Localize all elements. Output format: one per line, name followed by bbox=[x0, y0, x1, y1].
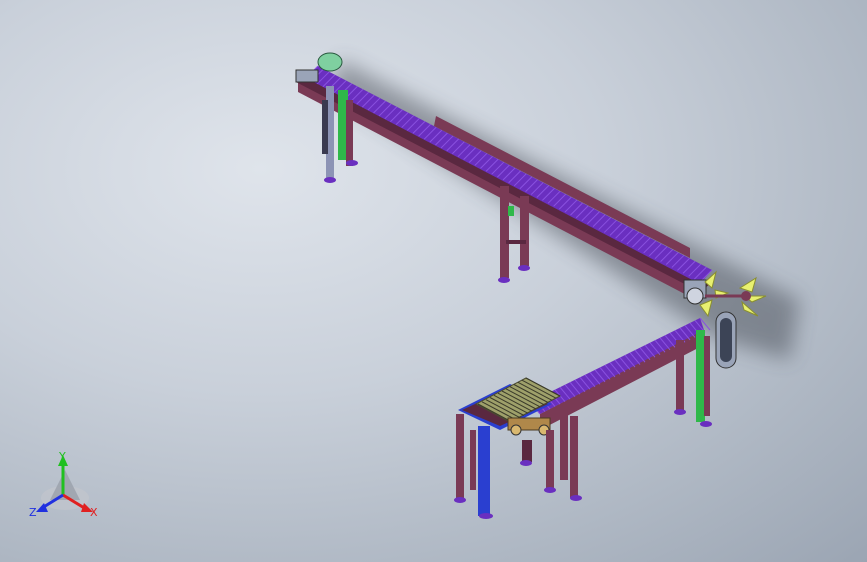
long-conveyor[interactable] bbox=[295, 52, 713, 302]
head-motor bbox=[317, 52, 343, 72]
view-orientation-triad[interactable]: Y X Z bbox=[29, 450, 98, 519]
leg-support-1 bbox=[322, 86, 358, 183]
graphics-viewport[interactable]: Y X Z bbox=[0, 0, 867, 562]
short-conveyor[interactable] bbox=[529, 317, 712, 430]
head-drive-box bbox=[295, 69, 319, 83]
z-axis-label: Z bbox=[29, 506, 37, 519]
y-axis-label: Y bbox=[58, 450, 66, 463]
conveyor-model[interactable]: Y X Z bbox=[0, 0, 867, 562]
x-axis-label: X bbox=[90, 506, 98, 519]
